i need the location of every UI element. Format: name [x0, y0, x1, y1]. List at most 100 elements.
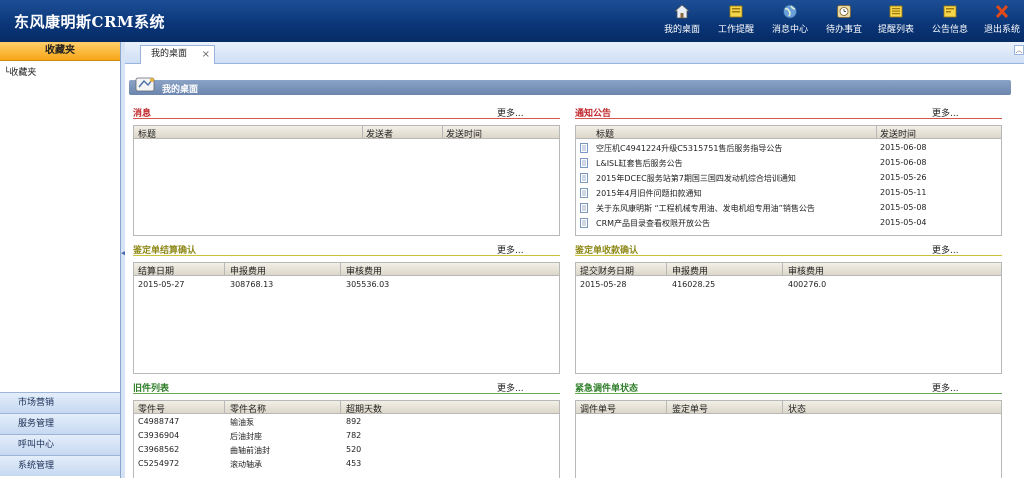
- divider: [575, 255, 1002, 256]
- desktop-title: 我的桌面: [162, 85, 199, 95]
- tab-scroll-icon[interactable]: ︿: [1014, 45, 1024, 55]
- nav-reminder-list[interactable]: 提醒列表: [872, 4, 920, 35]
- app-title: 东风康明斯CRM系统: [14, 13, 166, 31]
- sidebar-item-service[interactable]: 服务管理: [0, 413, 120, 434]
- favorites-header[interactable]: 收藏夹: [0, 42, 120, 61]
- clock-icon: [837, 5, 851, 18]
- tab-label: 我的桌面: [151, 49, 188, 59]
- old-parts-table: 零件号 零件名称 超期天数 C4988747 输油泵 892 C3936904 …: [133, 400, 560, 478]
- close-icon: [995, 4, 1009, 19]
- nav-logout[interactable]: 退出系统: [980, 4, 1024, 35]
- desktop-icon: [135, 77, 155, 92]
- notice-title[interactable]: 2015年DCEC服务站第7期国三国四发动机综合培训通知: [596, 173, 796, 184]
- divider: [133, 118, 560, 119]
- nav-work-reminder[interactable]: 工作提醒: [712, 4, 760, 35]
- notice-row[interactable]: 关于东风康明斯 “工程机械专用油、发电机组专用油”销售公告 2015-05-08: [576, 201, 1001, 216]
- top-header: 东风康明斯CRM系统 我的桌面 工作提醒 消息中心 待办事宜 提醒列表 公告信息…: [0, 0, 1024, 42]
- tab-bar: 我的桌面 × ︿: [125, 42, 1024, 64]
- notice-row[interactable]: L&ISL缸套售后服务公告 2015-06-08: [576, 156, 1001, 171]
- table-header: 提交财务日期 申报费用 审核费用: [576, 263, 1001, 277]
- document-icon: [580, 203, 588, 213]
- notice-title[interactable]: 2015年4月旧件问题扣款通知: [596, 188, 701, 199]
- column-header[interactable]: 发送时间: [880, 127, 916, 140]
- table-row[interactable]: 2015-05-28 416028.25 400276.0: [576, 278, 1001, 291]
- panel-payment-confirm: 鉴定单收款确认 更多... 提交财务日期 申报费用 审核费用 2015-05-2…: [575, 243, 1002, 374]
- notice-title[interactable]: 空压机C4941224升级C5315751售后服务指导公告: [596, 143, 782, 154]
- notice-row[interactable]: 2015年4月旧件问题扣款通知 2015-05-11: [576, 186, 1001, 201]
- notice-date: 2015-06-08: [880, 143, 927, 152]
- table-header: 标题 发送者 发送时间: [134, 126, 559, 140]
- urgent-transfer-table: 调件单号 鉴定单号 状态: [575, 400, 1002, 478]
- divider: [133, 255, 560, 256]
- nav-message-center[interactable]: 消息中心: [766, 4, 814, 35]
- notice-date: 2015-05-08: [880, 203, 927, 212]
- tab-close-icon[interactable]: ×: [202, 46, 210, 63]
- sidebar-item-system[interactable]: 系统管理: [0, 455, 120, 476]
- desktop-title-bar: 我的桌面: [129, 77, 1011, 95]
- notice-row[interactable]: 2015年DCEC服务站第7期国三国四发动机综合培训通知 2015-05-26: [576, 171, 1001, 186]
- notice-row[interactable]: CRM产品目录查看权限开放公告 2015-05-04: [576, 216, 1001, 231]
- table-header: 调件单号 鉴定单号 状态: [576, 401, 1001, 415]
- column-header[interactable]: 申报费用: [230, 264, 266, 277]
- tab-my-desktop[interactable]: 我的桌面 ×: [140, 45, 215, 64]
- panel-urgent-transfer: 紧急调件单状态 更多... 调件单号 鉴定单号 状态: [575, 381, 1002, 478]
- table-header: 零件号 零件名称 超期天数: [134, 401, 559, 415]
- table-header: 结算日期 申报费用 审核费用: [134, 263, 559, 277]
- table-row[interactable]: C5254972 滚动轴承 453: [134, 458, 559, 472]
- column-header[interactable]: 零件名称: [230, 402, 266, 415]
- panel-notices: 通知公告 更多... 标题 发送时间 空压机C4941224升级C5315751…: [575, 106, 1002, 236]
- column-header[interactable]: 结算日期: [138, 264, 174, 277]
- reminder-icon: [729, 5, 743, 18]
- sidebar-item-marketing[interactable]: 市场营销: [0, 392, 120, 413]
- column-header[interactable]: 超期天数: [346, 402, 382, 415]
- notice-title[interactable]: L&ISL缸套售后服务公告: [596, 158, 683, 169]
- home-icon: [674, 4, 690, 19]
- column-header[interactable]: 鉴定单号: [672, 402, 708, 415]
- column-header[interactable]: 申报费用: [672, 264, 708, 277]
- document-icon: [580, 188, 588, 198]
- messages-table: 标题 发送者 发送时间: [133, 125, 560, 236]
- notice-date: 2015-05-26: [880, 173, 927, 182]
- panel-messages: 消息 更多... 标题 发送者 发送时间: [133, 106, 560, 236]
- column-header[interactable]: 发送时间: [446, 127, 482, 140]
- notice-title[interactable]: CRM产品目录查看权限开放公告: [596, 218, 710, 229]
- divider: [575, 393, 1002, 394]
- list-icon: [889, 5, 903, 18]
- notice-date: 2015-05-04: [880, 218, 927, 227]
- notice-date: 2015-06-08: [880, 158, 927, 167]
- table-header: 标题 发送时间: [576, 126, 1001, 140]
- table-row[interactable]: C4988747 输油泵 892: [134, 416, 559, 430]
- sidebar: 收藏夹 └收藏夹 市场营销 服务管理 呼叫中心 系统管理: [0, 42, 121, 478]
- divider: [575, 118, 1002, 119]
- nav-notice-info[interactable]: 公告信息: [926, 4, 974, 35]
- document-icon: [580, 143, 588, 153]
- sidebar-item-call-center[interactable]: 呼叫中心: [0, 434, 120, 455]
- column-header[interactable]: 零件号: [138, 402, 165, 415]
- column-header[interactable]: 调件单号: [580, 402, 616, 415]
- column-header[interactable]: 审核费用: [788, 264, 824, 277]
- document-icon: [580, 218, 588, 228]
- notice-title[interactable]: 关于东风康明斯 “工程机械专用油、发电机组专用油”销售公告: [596, 203, 815, 214]
- panel-settlement-confirm: 鉴定单结算确认 更多... 结算日期 申报费用 审核费用 2015-05-27 …: [133, 243, 560, 374]
- table-row[interactable]: C3936904 后油封座 782: [134, 430, 559, 444]
- document-icon: [580, 173, 588, 183]
- favorites-tree-item[interactable]: └收藏夹: [0, 61, 120, 78]
- main-content: 我的桌面 × ︿ 我的桌面 消息 更多... 标题 发送者 发送时间 通知公告 …: [125, 42, 1024, 478]
- settlement-table: 结算日期 申报费用 审核费用 2015-05-27 308768.13 3055…: [133, 262, 560, 374]
- column-header[interactable]: 提交财务日期: [580, 264, 634, 277]
- divider: [133, 393, 560, 394]
- column-header[interactable]: 标题: [596, 127, 614, 140]
- payment-table: 提交财务日期 申报费用 审核费用 2015-05-28 416028.25 40…: [575, 262, 1002, 374]
- column-header[interactable]: 发送者: [366, 127, 393, 140]
- notice-row[interactable]: 空压机C4941224升级C5315751售后服务指导公告 2015-06-08: [576, 141, 1001, 156]
- nav-todo[interactable]: 待办事宜: [820, 4, 868, 35]
- column-header[interactable]: 状态: [788, 402, 806, 415]
- panel-old-parts: 旧件列表 更多... 零件号 零件名称 超期天数 C4988747 输油泵 89…: [133, 381, 560, 478]
- notices-table: 标题 发送时间 空压机C4941224升级C5315751售后服务指导公告 20…: [575, 125, 1002, 236]
- column-header[interactable]: 审核费用: [346, 264, 382, 277]
- table-row[interactable]: 2015-05-27 308768.13 305536.03: [134, 278, 559, 291]
- column-header[interactable]: 标题: [138, 127, 156, 140]
- document-icon: [580, 158, 588, 168]
- nav-my-desktop[interactable]: 我的桌面: [658, 4, 706, 35]
- table-row[interactable]: C3968562 曲轴前油封 520: [134, 444, 559, 458]
